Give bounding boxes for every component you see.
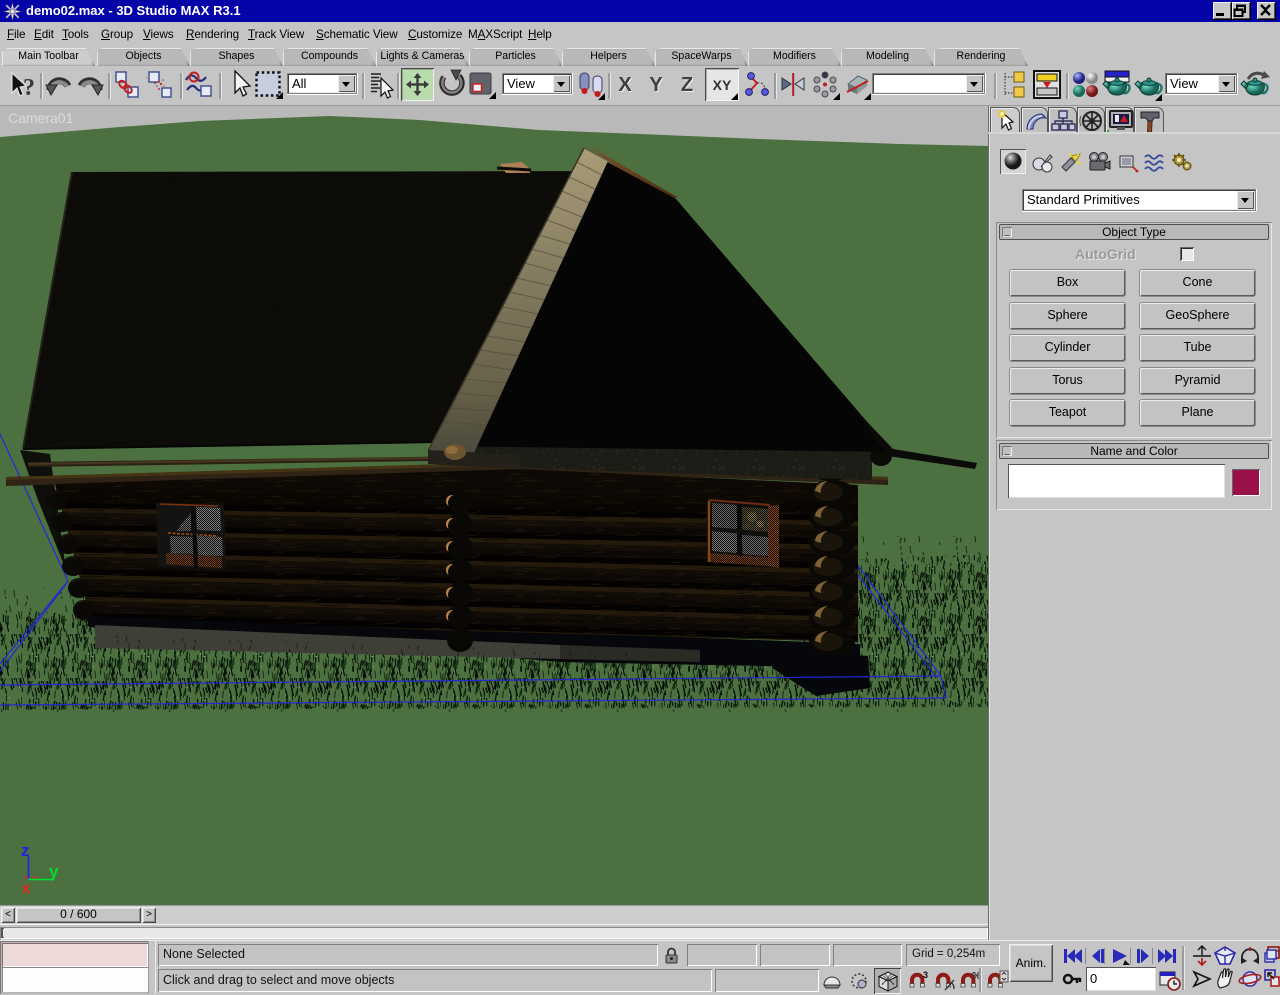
svg-text:3: 3	[923, 970, 928, 980]
svg-text:Y: Y	[649, 74, 663, 96]
svg-text:Camera01: Camera01	[8, 110, 74, 126]
svg-text:y: y	[49, 862, 59, 881]
svg-text:?: ?	[23, 75, 35, 100]
svg-text:Z: Z	[681, 74, 693, 96]
svg-text:x: x	[22, 880, 31, 897]
svg-text:z: z	[21, 841, 30, 860]
svg-text:X: X	[618, 74, 632, 96]
svg-text:XY: XY	[713, 77, 732, 93]
